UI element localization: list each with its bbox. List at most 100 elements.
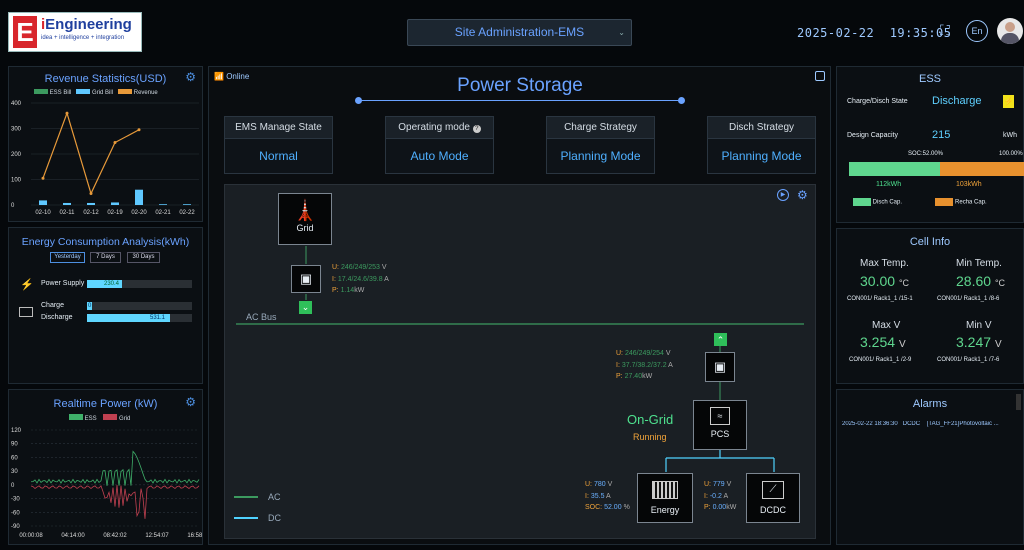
language-label: En: [971, 26, 983, 36]
pcs-label: PCS: [710, 429, 730, 439]
ess-power-line: [30, 450, 200, 486]
y-tick-label: 300: [11, 127, 22, 133]
expand-icon[interactable]: [815, 71, 825, 81]
grid-bill-bar: [87, 202, 95, 205]
y-tick-label: -60: [11, 510, 20, 516]
fullscreen-icon[interactable]: ⛶: [940, 22, 956, 38]
energy-label: Energy: [650, 505, 680, 515]
pcs-p-value: 27.40: [624, 373, 643, 380]
x-tick-label: 02-22: [179, 210, 195, 216]
soc-full-text: 100.00%: [999, 151, 1023, 157]
tab-7-days[interactable]: 7 Days: [90, 252, 121, 263]
min-temp-unit: °C: [994, 278, 1006, 288]
logo-tagline: idea + intelligence + integration: [41, 35, 125, 41]
discharge-value: 531.1: [150, 315, 166, 321]
title-underline: [357, 100, 682, 101]
site-selector[interactable]: Site Administration-EMS ⌄: [407, 19, 632, 46]
gear-icon[interactable]: ⚙: [185, 70, 196, 84]
max-v-value-group: 3.254 V: [860, 334, 906, 350]
energy-soc-unit: %: [623, 504, 630, 511]
legend-ess-bill: ESS Bill: [49, 90, 72, 96]
legend-ess: ESS: [84, 416, 97, 422]
legend-grid: Grid: [119, 416, 131, 422]
charge-label: Charge: [41, 302, 64, 309]
power-tower-icon: ⚡: [20, 279, 34, 291]
ems-state-value: Normal: [259, 149, 298, 163]
charge-strategy-value: Planning Mode: [560, 149, 641, 163]
pcs-device[interactable]: ≈ PCS: [693, 400, 747, 450]
energy-title: Energy Consumption Analysis(kWh): [21, 236, 190, 248]
cell-info-title: Cell Info: [909, 236, 951, 248]
energy-device[interactable]: Energy: [637, 473, 693, 523]
energy-u-unit: V: [607, 481, 613, 488]
gear-icon[interactable]: ⚙: [185, 395, 196, 409]
logo-name: Engineering: [45, 16, 132, 33]
pcs-i-unit: A: [668, 361, 673, 369]
alarm-row[interactable]: 2025-02-22 18:36:30 DCDC [TAG_FF21]Photo…: [842, 421, 1022, 427]
grid-meter-readout: U: 246/249/253 V I: 17.4/24.6/39.8 A P: …: [332, 264, 389, 294]
dcdc-device[interactable]: ⟋ DCDC: [746, 473, 800, 523]
ems-state-box: EMS Manage State Normal: [224, 116, 333, 174]
x-tick-label: 00:00:08: [19, 533, 43, 539]
charge-strategy-label: Charge Strategy: [547, 117, 654, 139]
title-dot-left: [355, 97, 362, 104]
max-temp-label: Max Temp.: [860, 258, 909, 269]
meter-icon: ▣: [299, 271, 313, 286]
tab-yesterday[interactable]: Yesterday: [50, 252, 85, 263]
revenue-point: [89, 192, 93, 196]
title-dot-right: [678, 97, 685, 104]
revenue-panel: Revenue Statistics(USD) ⚙ ESS Bill Grid …: [8, 66, 203, 222]
x-tick-label: 12:54:07: [145, 533, 169, 539]
scrollbar[interactable]: [1016, 394, 1021, 410]
alarm-device: DCDC: [902, 421, 921, 427]
legend-disch-cap: Disch Cap.: [872, 199, 903, 206]
grid-p-value: 1.14: [340, 287, 355, 294]
soc-text: SOC:52.00%: [908, 151, 944, 157]
site-name: Site Administration-EMS: [454, 25, 585, 39]
max-v-label: Max V: [872, 320, 901, 331]
alarms-panel: Alarms: [836, 389, 1024, 545]
avatar[interactable]: [997, 18, 1023, 44]
language-button[interactable]: En: [966, 20, 988, 42]
alarm-message: [TAG_FF21]Photovoltaic ...: [926, 421, 999, 427]
power-supply-value: 230.4: [104, 281, 120, 287]
dcdc-p-unit: kW: [726, 504, 737, 511]
legend-revenue: Revenue: [133, 90, 158, 96]
realtime-panel: Realtime Power (kW) ⚙ ESS Grid -90 -60 -30…: [8, 389, 203, 545]
grid-i-unit: A: [384, 275, 389, 283]
max-temp-unit: °C: [898, 278, 910, 288]
y-tick-label: 0: [11, 203, 15, 209]
disch-strategy-box: Disch Strategy Planning Mode: [707, 116, 816, 174]
dcdc-u-unit: V: [726, 481, 732, 488]
grid-bill-bar: [111, 202, 119, 205]
grid-bill-bar: [39, 200, 47, 205]
chevron-down-icon: ⌄: [618, 28, 625, 37]
grid-u-value: 246/249/253: [340, 264, 380, 271]
recha-kwh: 103kWh: [956, 181, 982, 188]
chevron-down-icon: ⌄: [299, 301, 312, 314]
ess-state-value: Discharge: [932, 95, 982, 107]
x-tick-label: 02-10: [35, 210, 51, 216]
grid-u-unit: V: [381, 264, 387, 271]
pcs-meter-device[interactable]: ▣: [705, 352, 735, 382]
x-tick-label: 02-11: [60, 210, 76, 216]
max-v-unit: V: [898, 339, 906, 350]
realtime-title: Realtime Power (kW): [53, 398, 158, 410]
legend-dc: DC: [268, 513, 281, 523]
x-tick-label: 16:58:00: [187, 533, 202, 539]
grid-bill-bar: [135, 189, 143, 205]
header-date: 2025-02-22: [797, 26, 875, 40]
min-v-unit: V: [994, 339, 1002, 350]
tab-30-days[interactable]: 30 Days: [127, 252, 160, 263]
company-logo: E iEngineering idea + intelligence + int…: [8, 12, 142, 52]
grid-meter-device[interactable]: ▣: [291, 265, 321, 293]
revenue-point: [137, 128, 141, 132]
grid-device[interactable]: 🗼 Grid: [278, 193, 332, 245]
page-title: Power Storage: [457, 75, 583, 96]
help-icon[interactable]: ?: [472, 125, 481, 133]
x-tick-label: 02-19: [107, 210, 123, 216]
energy-i-value: 35.5: [590, 492, 605, 500]
y-tick-label: 30: [11, 469, 18, 475]
x-tick-label: 04:14:00: [61, 533, 85, 539]
energy-i-unit: A: [606, 492, 611, 500]
